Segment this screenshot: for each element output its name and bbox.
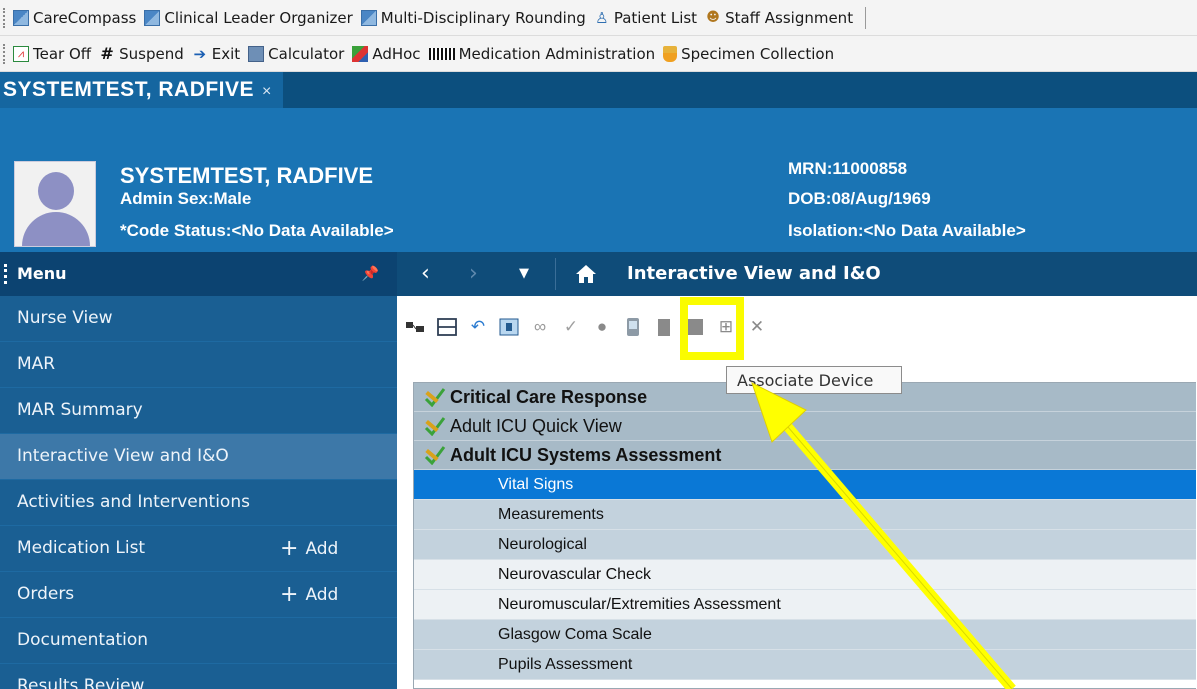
organizer-icon	[144, 9, 161, 26]
menu-grip[interactable]	[4, 264, 10, 284]
tear-off-button[interactable]: ⩘ Tear Off	[13, 45, 91, 63]
menu-header: Menu 📌	[0, 252, 397, 296]
globe-icon[interactable]: ●	[591, 316, 613, 338]
clinical-leader-organizer-button[interactable]: Clinical Leader Organizer	[144, 9, 353, 27]
grid-view-icon[interactable]	[498, 316, 520, 338]
content-nav-bar: ‹ › ▼ Interactive View and I&O	[397, 252, 1197, 296]
patient-tab-label: SYSTEMTEST, RADFIVE	[3, 78, 255, 101]
patient-banner: SYSTEMTEST, RADFIVE Admin Sex:Male *Code…	[0, 108, 1197, 252]
section-neurovascular-check[interactable]: Neurovascular Check	[414, 560, 1196, 590]
device-icon[interactable]	[653, 316, 675, 338]
calculator-icon	[248, 45, 265, 62]
add-medication-button[interactable]: + Add	[280, 526, 338, 572]
sidebar-item-documentation[interactable]: Documentation	[0, 618, 397, 664]
nav-divider	[555, 258, 556, 290]
section-vital-signs[interactable]: Vital Signs	[414, 470, 1196, 500]
section-pupils-assessment[interactable]: Pupils Assessment	[414, 650, 1196, 680]
sidebar-item-orders[interactable]: Orders + Add	[0, 572, 397, 618]
isolation: Isolation:<No Data Available>	[788, 221, 1026, 240]
refresh-icon[interactable]: ↶	[467, 316, 489, 338]
adhoc-button[interactable]: AdHoc	[352, 45, 421, 63]
section-glasgow-coma-scale[interactable]: Glasgow Coma Scale	[414, 620, 1196, 650]
section-neuromuscular-assessment[interactable]: Neuromuscular/Extremities Assessment	[414, 590, 1196, 620]
carecompass-button[interactable]: CareCompass	[13, 9, 136, 27]
code-status: *Code Status:<No Data Available>	[120, 221, 394, 240]
glasses-icon[interactable]: ∞	[529, 316, 551, 338]
mrn: MRN:11000858	[788, 159, 908, 178]
navigator-icon[interactable]	[405, 316, 427, 338]
band-check-icon	[424, 446, 446, 465]
rounding-icon	[360, 9, 377, 26]
toolbar-top: CareCompass Clinical Leader Organizer Mu…	[0, 0, 1197, 36]
table-layout-icon[interactable]	[436, 316, 458, 338]
admin-sex: Admin Sex:Male	[120, 189, 252, 208]
toolbar-bottom: ⩘ Tear Off # Suspend ➔ Exit Calculator AdHo…	[0, 36, 1197, 72]
carecompass-icon	[13, 9, 29, 26]
section-measurements[interactable]: Measurements	[414, 500, 1196, 530]
sidebar-item-mar[interactable]: MAR	[0, 342, 397, 388]
suspend-icon: #	[100, 43, 114, 63]
avatar	[14, 161, 96, 247]
associate-device-icon[interactable]	[622, 316, 644, 338]
iview-grid: Critical Care Response Adult ICU Quick V…	[413, 382, 1196, 689]
forward-icon[interactable]: ›	[469, 252, 478, 296]
person-icon: ♙	[595, 8, 609, 27]
band-adult-icu-systems-assessment[interactable]: Adult ICU Systems Assessment	[414, 441, 1196, 470]
specimen-icon	[663, 45, 678, 62]
menu-title: Menu	[17, 264, 67, 283]
sidebar-item-nurse-view[interactable]: Nurse View	[0, 296, 397, 342]
chevron-down-icon[interactable]: ▼	[519, 252, 529, 296]
staff-icon: ☻	[706, 9, 720, 25]
patient-list-button[interactable]: ♙ Patient List	[594, 9, 697, 27]
toolbar-grip[interactable]	[3, 43, 7, 64]
band-check-icon	[424, 417, 446, 436]
specimen-collection-button[interactable]: Specimen Collection	[663, 45, 834, 63]
exit-icon: ➔	[193, 44, 207, 63]
sign-check-icon[interactable]: ✓	[560, 316, 582, 338]
toolbar-grip[interactable]	[3, 7, 7, 28]
back-icon[interactable]: ‹	[421, 252, 430, 296]
plus-icon: +	[280, 536, 299, 561]
sidebar-item-medication-list[interactable]: Medication List + Add	[0, 526, 397, 572]
band-check-icon	[424, 388, 446, 407]
multi-disciplinary-rounding-button[interactable]: Multi-Disciplinary Rounding	[360, 9, 586, 27]
patient-name[interactable]: SYSTEMTEST, RADFIVE	[120, 163, 373, 189]
patient-tab[interactable]: SYSTEMTEST, RADFIVE ×	[0, 72, 283, 108]
pin-icon[interactable]: 📌	[362, 252, 379, 296]
annotation-highlight-box	[680, 297, 744, 360]
barcode-icon	[428, 47, 455, 60]
close-icon[interactable]: ×	[262, 83, 272, 100]
calculator-button[interactable]: Calculator	[248, 45, 344, 63]
patient-tab-bar: SYSTEMTEST, RADFIVE ×	[0, 72, 1197, 108]
home-icon[interactable]	[575, 263, 597, 285]
sidebar-item-results-review[interactable]: Results Review	[0, 664, 397, 689]
associate-device-tooltip: Associate Device	[726, 366, 902, 394]
staff-assignment-button[interactable]: ☻ Staff Assignment	[705, 9, 853, 27]
suspend-button[interactable]: # Suspend	[99, 43, 183, 63]
sidebar-item-interactive-view[interactable]: Interactive View and I&O	[0, 434, 397, 480]
tear-off-icon: ⩘	[13, 45, 29, 62]
exit-button[interactable]: ➔ Exit	[192, 45, 240, 63]
menu-sidebar: Menu 📌 Nurse View MAR MAR Summary Intera…	[0, 252, 397, 689]
sidebar-item-activities[interactable]: Activities and Interventions	[0, 480, 397, 526]
add-order-button[interactable]: + Add	[280, 572, 338, 618]
toolbar-separator	[865, 6, 867, 29]
section-neurological[interactable]: Neurological	[414, 530, 1196, 560]
band-adult-icu-quick-view[interactable]: Adult ICU Quick View	[414, 412, 1196, 441]
dob: DOB:08/Aug/1969	[788, 189, 931, 208]
adhoc-icon	[352, 45, 369, 62]
sidebar-item-mar-summary[interactable]: MAR Summary	[0, 388, 397, 434]
page-title: Interactive View and I&O	[627, 263, 881, 284]
close-icon[interactable]: ✕	[746, 316, 768, 338]
medication-administration-button[interactable]: Medication Administration	[428, 45, 655, 63]
plus-icon: +	[280, 582, 299, 607]
